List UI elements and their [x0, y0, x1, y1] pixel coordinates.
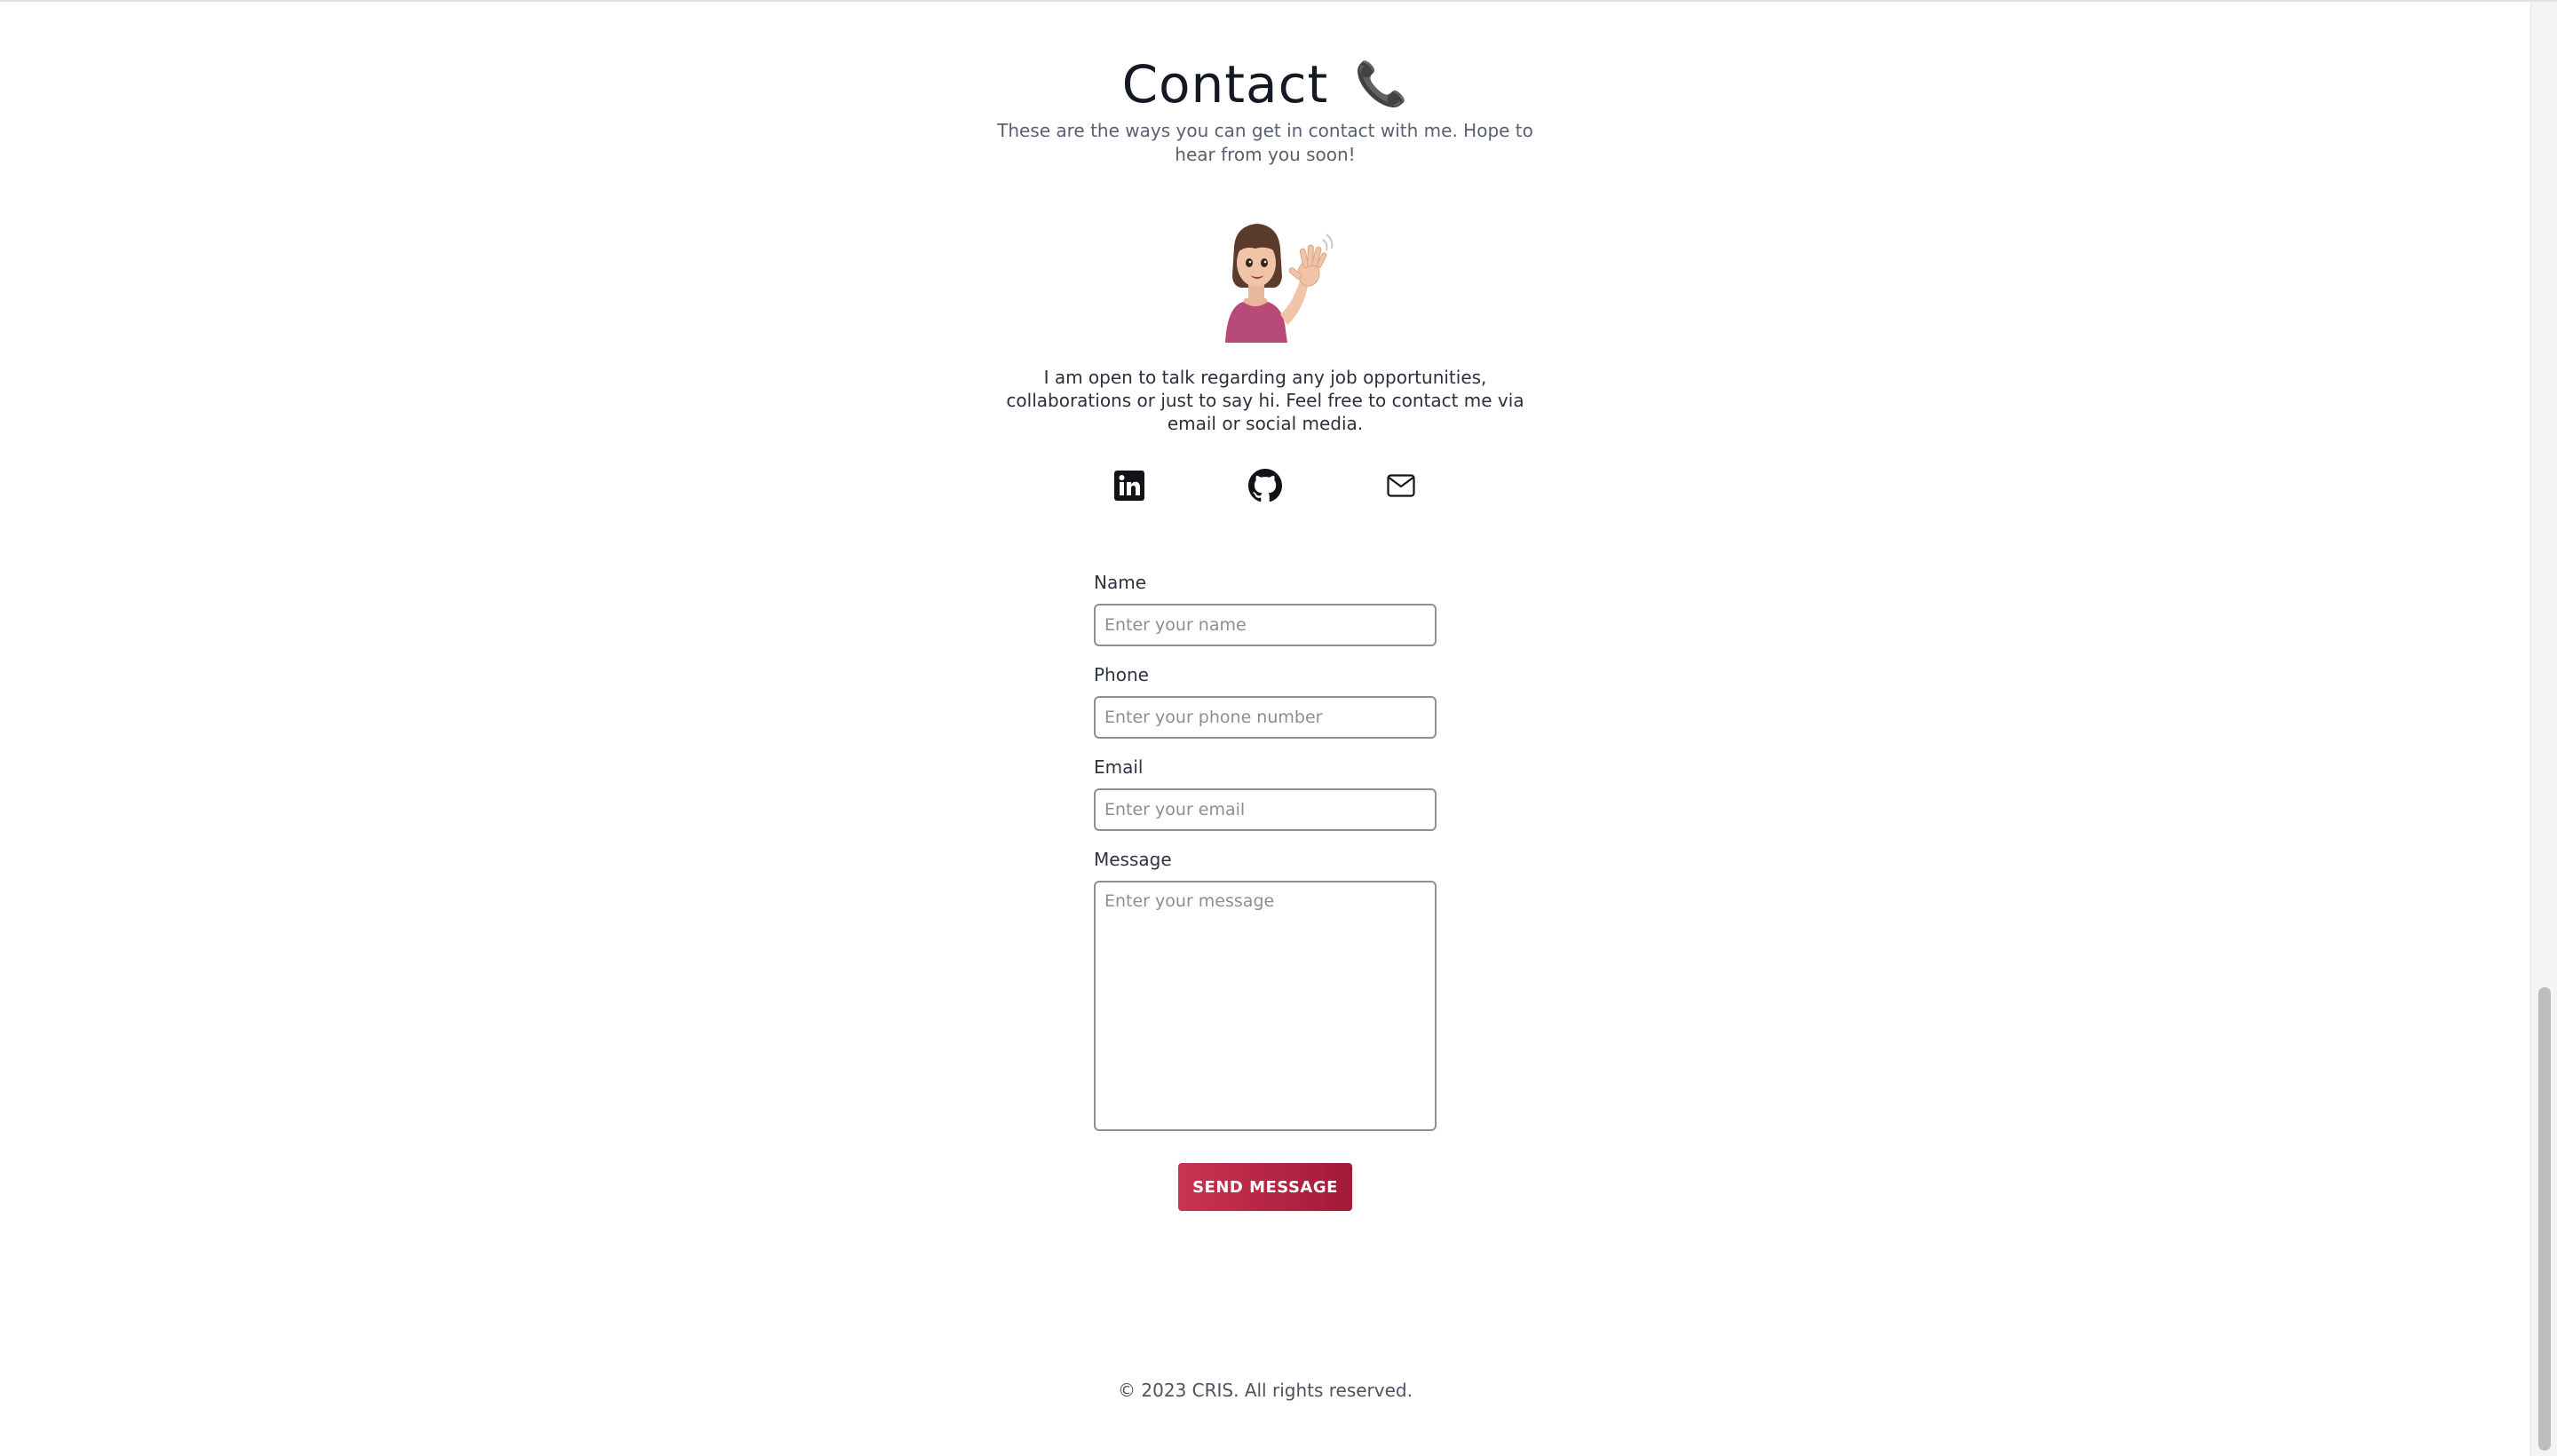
- github-link[interactable]: [1245, 467, 1286, 508]
- email-link[interactable]: [1381, 467, 1421, 508]
- vertical-scrollbar[interactable]: [2530, 2, 2557, 1456]
- linkedin-link[interactable]: [1109, 467, 1150, 508]
- social-links: [0, 467, 2530, 508]
- contact-section: Contact 📞 These are the ways you can get…: [0, 2, 2530, 1456]
- email-field[interactable]: [1094, 788, 1437, 831]
- name-field[interactable]: [1094, 604, 1437, 646]
- phone-label: Phone: [1094, 664, 1149, 685]
- footer-copyright: © 2023 CRIS. All rights reserved.: [1118, 1380, 1413, 1401]
- scrollbar-thumb[interactable]: [2538, 987, 2551, 1451]
- github-icon: [1248, 469, 1282, 506]
- telephone-icon: 📞: [1354, 59, 1409, 109]
- email-label: Email: [1094, 756, 1144, 778]
- page-title: Contact 📞: [0, 59, 2530, 110]
- page: Contact 📞 These are the ways you can get…: [0, 0, 2557, 1456]
- name-label: Name: [1094, 572, 1147, 593]
- message-field[interactable]: [1094, 881, 1437, 1131]
- message-label: Message: [1094, 849, 1172, 870]
- phone-field[interactable]: [1094, 696, 1437, 739]
- linkedin-icon: [1114, 471, 1144, 504]
- contact-form: Name Phone Email Message SEND MESSAGE: [1094, 570, 1437, 1211]
- mail-icon: [1387, 474, 1415, 501]
- send-message-button[interactable]: SEND MESSAGE: [1178, 1163, 1352, 1211]
- intro-text: I am open to talk regarding any job oppo…: [1006, 367, 1524, 434]
- page-subtitle: These are the ways you can get in contac…: [997, 120, 1533, 165]
- title-text: Contact: [1121, 54, 1329, 115]
- waving-avatar-icon: [1216, 222, 1334, 343]
- submit-wrap: SEND MESSAGE: [1094, 1163, 1437, 1211]
